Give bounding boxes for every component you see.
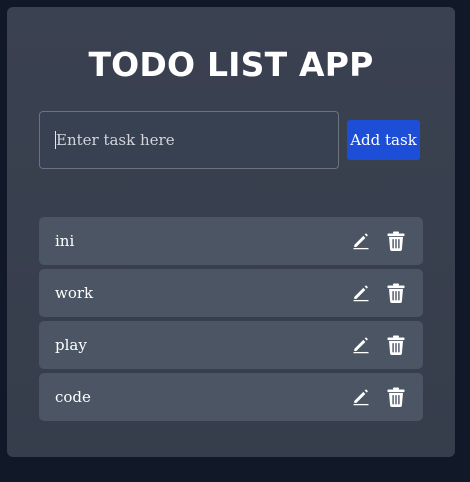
todo-card: TODO LIST APP Add task ini work	[7, 7, 455, 457]
trash-icon	[387, 231, 405, 251]
trash-icon	[387, 283, 405, 303]
edit-task-button[interactable]	[350, 282, 372, 304]
delete-task-button[interactable]	[385, 230, 407, 252]
pencil-icon	[352, 388, 370, 406]
edit-task-button[interactable]	[350, 230, 372, 252]
task-label: code	[55, 388, 91, 406]
edit-task-button[interactable]	[350, 386, 372, 408]
add-task-button[interactable]: Add task	[347, 120, 420, 160]
task-item: work	[39, 269, 423, 317]
page-title: TODO LIST APP	[88, 45, 374, 84]
task-item: code	[39, 373, 423, 421]
pencil-icon	[352, 232, 370, 250]
delete-task-button[interactable]	[385, 386, 407, 408]
task-label: work	[55, 284, 94, 302]
text-cursor	[55, 131, 56, 149]
task-item: ini	[39, 217, 423, 265]
task-label: play	[55, 336, 87, 354]
task-input[interactable]	[39, 111, 339, 169]
delete-task-button[interactable]	[385, 334, 407, 356]
edit-task-button[interactable]	[350, 334, 372, 356]
trash-icon	[387, 335, 405, 355]
task-item: play	[39, 321, 423, 369]
trash-icon	[387, 387, 405, 407]
task-list: ini work play code	[39, 217, 423, 425]
pencil-icon	[352, 336, 370, 354]
task-label: ini	[55, 232, 75, 250]
pencil-icon	[352, 284, 370, 302]
delete-task-button[interactable]	[385, 282, 407, 304]
